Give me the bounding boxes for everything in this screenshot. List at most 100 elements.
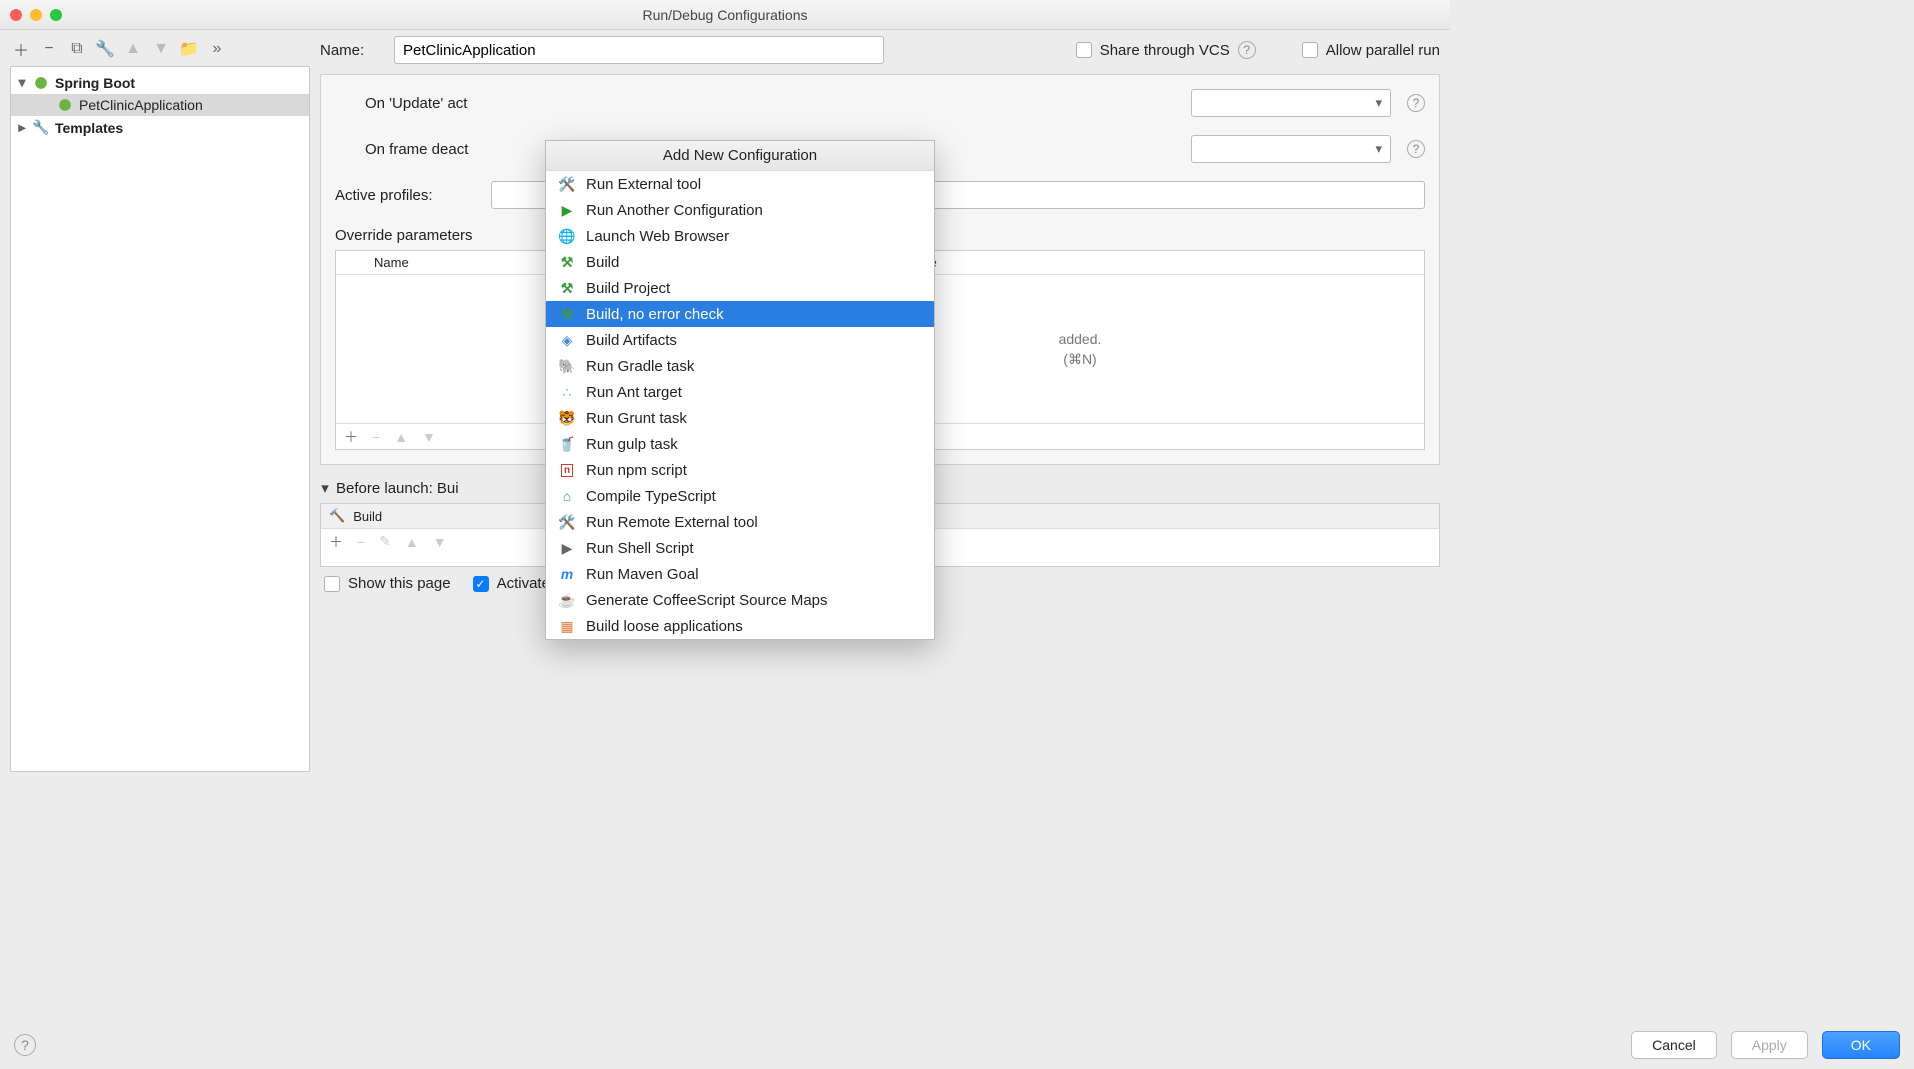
hammer-green-icon: ⚒ xyxy=(558,253,576,271)
popup-item-label: Run Shell Script xyxy=(586,540,694,557)
popup-item-label: Launch Web Browser xyxy=(586,228,729,245)
app-icon: ▦ xyxy=(558,617,576,635)
popup-item-label: Run Another Configuration xyxy=(586,202,763,219)
maven-icon: m xyxy=(558,565,576,583)
tree-templates[interactable]: ▸ 🔧 Templates xyxy=(11,116,309,139)
popup-item[interactable]: ☕Generate CoffeeScript Source Maps xyxy=(546,587,934,613)
popup-item[interactable]: ∴Run Ant target xyxy=(546,379,934,405)
up-icon[interactable]: ▲ xyxy=(394,429,408,445)
popup-item-label: Build loose applications xyxy=(586,618,743,635)
on-update-select[interactable]: ▾ xyxy=(1191,89,1391,117)
ok-button[interactable]: OK xyxy=(1822,1031,1900,1059)
share-vcs-label: Share through VCS xyxy=(1100,42,1230,59)
npm-icon: n xyxy=(558,461,576,479)
popup-item-label: Run Grunt task xyxy=(586,410,687,427)
chevron-right-icon: ▸ xyxy=(17,119,27,136)
spring-boot-icon xyxy=(57,97,73,113)
down-icon[interactable]: ▼ xyxy=(152,40,170,58)
tiger-icon: 🐯 xyxy=(558,409,576,427)
popup-item[interactable]: ▦ Build loose applications xyxy=(546,613,934,639)
popup-item[interactable]: m Run Maven Goal xyxy=(546,561,934,587)
popup-item-label: Build xyxy=(586,254,619,271)
ant-icon: ∴ xyxy=(558,383,576,401)
cancel-button[interactable]: Cancel xyxy=(1631,1031,1717,1059)
wrench-cross-icon: 🛠️ xyxy=(558,513,576,531)
folder-icon[interactable]: 📁 xyxy=(180,40,198,58)
show-page-checkbox[interactable] xyxy=(324,576,340,592)
allow-parallel-checkbox[interactable] xyxy=(1302,42,1318,58)
popup-item-label: Run Remote External tool xyxy=(586,514,758,531)
tree-label: PetClinicApplication xyxy=(79,97,203,113)
apply-button[interactable]: Apply xyxy=(1731,1031,1808,1059)
on-update-label: On 'Update' act xyxy=(365,95,467,112)
popup-item[interactable]: ◈ Build Artifacts xyxy=(546,327,934,353)
hammer-icon: 🔨 xyxy=(329,508,345,524)
wrench-icon[interactable]: 🔧 xyxy=(96,40,114,58)
spring-boot-icon xyxy=(33,75,49,91)
wrench-icon: 🔧 xyxy=(33,120,49,136)
popup-item[interactable]: ⚒ Build xyxy=(546,249,934,275)
popup-item-label: Build Artifacts xyxy=(586,332,677,349)
popup-item[interactable]: 🐘Run Gradle task xyxy=(546,353,934,379)
up-icon[interactable]: ▲ xyxy=(124,40,142,58)
activate-tool-checkbox[interactable]: ✓ xyxy=(473,576,489,592)
popup-item[interactable]: 🛠️Run External tool xyxy=(546,171,934,197)
remove-icon[interactable]: − xyxy=(372,429,380,445)
edit-icon[interactable]: ✎ xyxy=(379,533,391,550)
popup-item-label: Build, no error check xyxy=(586,306,724,323)
remove-icon[interactable]: − xyxy=(357,534,365,550)
popup-item[interactable]: ▶ Run Shell Script xyxy=(546,535,934,561)
titlebar: Run/Debug Configurations xyxy=(0,0,1450,30)
shell-icon: ▶ xyxy=(558,539,576,557)
popup-item[interactable]: ⚒ Build, no error check xyxy=(546,301,934,327)
share-vcs-checkbox[interactable] xyxy=(1076,42,1092,58)
active-profiles-label: Active profiles: xyxy=(335,187,475,204)
hammer-green-icon: ⚒ xyxy=(558,305,576,323)
hammer-green-icon: ⚒ xyxy=(558,279,576,297)
help-icon[interactable]: ? xyxy=(14,1034,36,1056)
add-icon[interactable]: ＋ xyxy=(344,427,358,447)
down-icon[interactable]: ▼ xyxy=(422,429,436,445)
popup-item[interactable]: ⚒ Build Project xyxy=(546,275,934,301)
popup-item[interactable]: ⌂Compile TypeScript xyxy=(546,483,934,509)
more-icon[interactable]: » xyxy=(208,40,226,58)
on-frame-label: On frame deact xyxy=(365,141,468,158)
coffee-icon: ☕ xyxy=(558,591,576,609)
help-icon[interactable]: ? xyxy=(1407,140,1425,158)
popup-item-label: Run Gradle task xyxy=(586,358,694,375)
popup-item[interactable]: 🌐Launch Web Browser xyxy=(546,223,934,249)
down-icon[interactable]: ▼ xyxy=(433,534,447,550)
tree-spring-boot[interactable]: ▾ Spring Boot xyxy=(11,71,309,94)
on-frame-select[interactable]: ▾ xyxy=(1191,135,1391,163)
popup-item[interactable]: 🥤 Run gulp task xyxy=(546,431,934,457)
popup-item-label: Build Project xyxy=(586,280,670,297)
popup-item[interactable]: ▶Run Another Configuration xyxy=(546,197,934,223)
popup-item[interactable]: n Run npm script xyxy=(546,457,934,483)
add-icon[interactable]: ＋ xyxy=(329,532,343,552)
gulp-icon: 🥤 xyxy=(558,435,576,453)
popup-item-label: Run gulp task xyxy=(586,436,678,453)
popup-item-label: Compile TypeScript xyxy=(586,488,716,505)
name-label: Name: xyxy=(320,42,380,59)
popup-item-label: Run External tool xyxy=(586,176,701,193)
popup-item[interactable]: 🛠️ Run Remote External tool xyxy=(546,509,934,535)
sidebar: ＋ − ⧉ 🔧 ▲ ▼ 📁 » ▾ Spring Boot PetC xyxy=(10,36,310,772)
popup-item[interactable]: 🐯 Run Grunt task xyxy=(546,405,934,431)
diamond-blue-icon: ◈ xyxy=(558,331,576,349)
config-tree: ▾ Spring Boot PetClinicApplication ▸ 🔧 T… xyxy=(10,66,310,772)
popup-item-label: Run Maven Goal xyxy=(586,566,699,583)
help-icon[interactable]: ? xyxy=(1238,41,1256,59)
tree-label: Spring Boot xyxy=(55,75,135,91)
popup-item-label: Run npm script xyxy=(586,462,687,479)
chevron-down-icon: ▾ xyxy=(1375,95,1382,111)
up-icon[interactable]: ▲ xyxy=(405,534,419,550)
add-config-popup: Add New Configuration 🛠️Run External too… xyxy=(545,140,935,640)
tree-petclinic[interactable]: PetClinicApplication xyxy=(11,94,309,116)
add-icon[interactable]: ＋ xyxy=(12,40,30,58)
remove-icon[interactable]: − xyxy=(40,40,58,58)
copy-icon[interactable]: ⧉ xyxy=(68,40,86,58)
chevron-down-icon: ▾ xyxy=(320,479,330,497)
allow-parallel-label: Allow parallel run xyxy=(1326,42,1440,59)
help-icon[interactable]: ? xyxy=(1407,94,1425,112)
name-input[interactable] xyxy=(394,36,884,64)
